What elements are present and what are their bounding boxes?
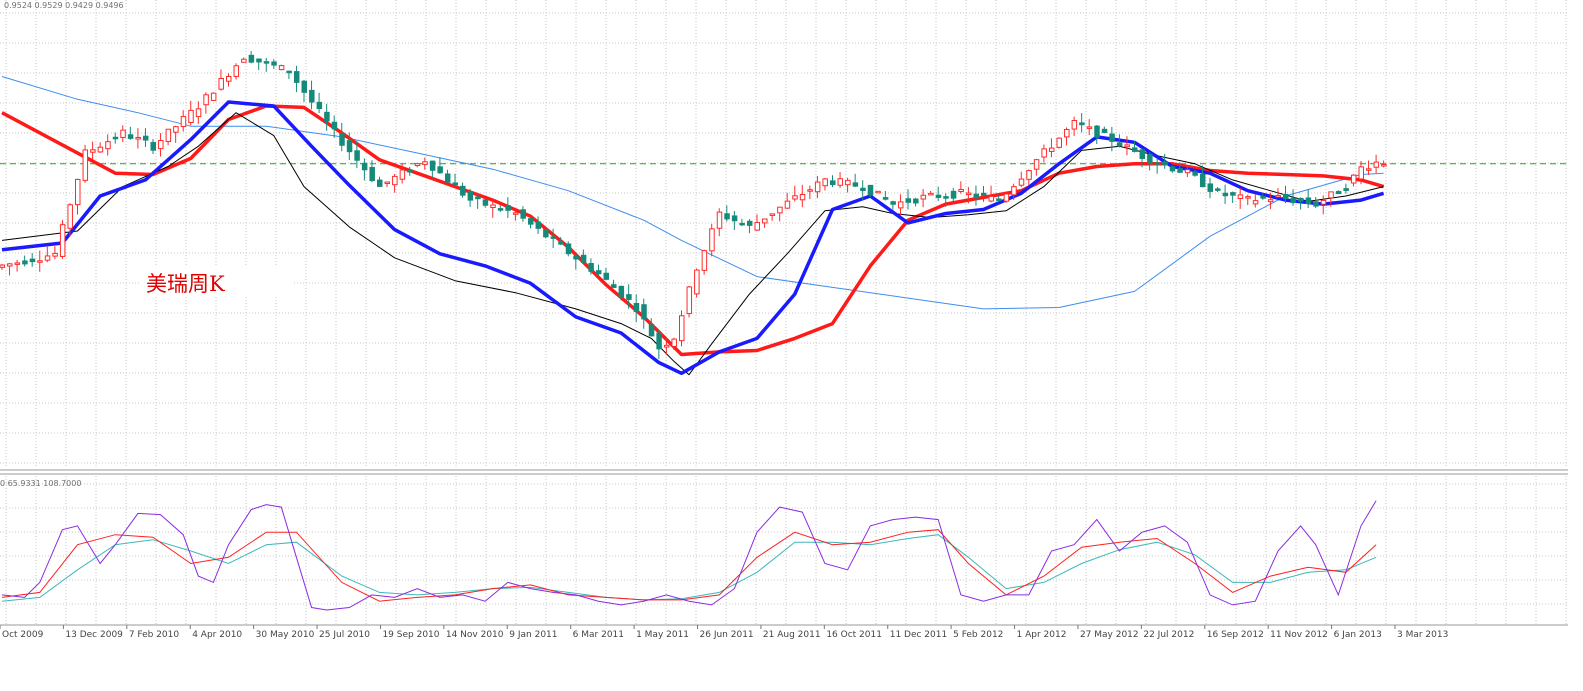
x-tick-label: 11 Nov 2012 [1270, 630, 1328, 640]
x-tick-label: 4 Apr 2010 [192, 630, 242, 640]
trading-chart[interactable]: Oct 2009 13 Dec 2009 7 Feb 2010 4 Apr 2010 3… [0, 0, 1583, 691]
x-tick-label: 6 Mar 2011 [573, 630, 624, 640]
x-tick-label: 26 Jun 2011 [700, 630, 754, 640]
candle [679, 310, 685, 347]
chart-annotation-box: 美瑞周K [140, 265, 292, 297]
candle [1056, 137, 1062, 149]
x-tick-label: 19 Sep 2010 [382, 630, 439, 640]
x-tick-label: Oct 2009 [2, 630, 44, 640]
x-tick-label: 22 Jul 2012 [1143, 630, 1194, 640]
x-tick-label: 1 Apr 2012 [1017, 630, 1067, 640]
x-tick-label: 21 Aug 2011 [763, 630, 821, 640]
candle [875, 190, 881, 194]
candle [694, 268, 700, 298]
ohlc-readout: 0.9524 0.9529 0.9429 0.9496 [4, 1, 124, 10]
x-tick-label: 9 Jan 2011 [509, 630, 557, 640]
x-tick-label: 1 May 2011 [636, 630, 689, 640]
x-tick-label: 6 Jan 2013 [1334, 630, 1382, 640]
candle [59, 219, 66, 259]
chart-annotation-text: 美瑞周K [146, 272, 225, 296]
x-tick-label: 27 May 2012 [1080, 630, 1139, 640]
x-tick-label: 3 Mar 2013 [1397, 630, 1448, 640]
candle [82, 144, 89, 183]
x-tick-label: 14 Nov 2010 [446, 630, 504, 640]
x-tick-label: 16 Sep 2012 [1207, 630, 1264, 640]
x-tick-label: 25 Jul 2010 [319, 630, 370, 640]
x-tick-label: 16 Oct 2011 [826, 630, 882, 640]
candle [686, 285, 693, 318]
candle [210, 92, 217, 101]
candle [543, 228, 549, 239]
candle [278, 64, 285, 71]
x-tick-label: 5 Feb 2012 [953, 630, 1003, 640]
candle [867, 184, 874, 197]
x-tick-label: 13 Dec 2009 [65, 630, 123, 640]
x-tick-label: 7 Feb 2010 [129, 630, 180, 640]
indicator-readout: 0 65.9331 108.7000 [0, 479, 82, 488]
x-tick-label: 30 May 2010 [256, 630, 315, 640]
candle [565, 241, 572, 257]
x-tick-label: 11 Dec 2011 [890, 630, 948, 640]
